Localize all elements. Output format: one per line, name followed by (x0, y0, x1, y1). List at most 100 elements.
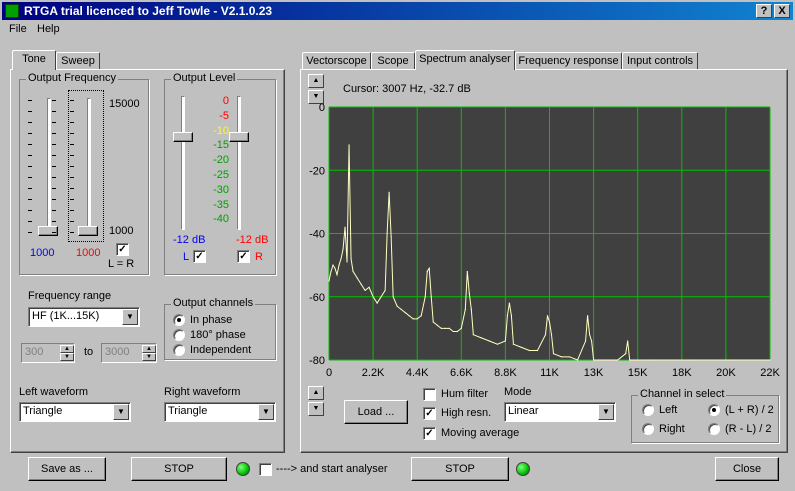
spin-up-icon[interactable]: ▲ (60, 345, 74, 353)
start-analyser-checkbox[interactable] (259, 463, 272, 476)
spectrum-point (470, 308, 472, 310)
spectrum-point (356, 277, 358, 279)
tab-spectrum-analyser[interactable]: Spectrum analyser (415, 50, 515, 70)
menu-help[interactable]: Help (37, 23, 60, 35)
level-scale-label: -15 (213, 139, 229, 152)
start-analyser-label: ----> and start analyser (276, 463, 388, 475)
stop-generator-button[interactable]: STOP (131, 457, 227, 481)
spectrum-point (689, 359, 691, 361)
hum-filter-checkbox[interactable] (423, 388, 436, 401)
y-tick-label: 0 (319, 102, 325, 114)
right-level-db: -12 dB (236, 234, 269, 246)
x-tick-label: 18K (672, 367, 692, 379)
help-button[interactable]: ? (756, 4, 772, 18)
spectrum-point (609, 359, 611, 361)
close-button[interactable]: Close (715, 457, 779, 481)
frequency-range-select[interactable]: HF (1K...15K) ▼ (28, 307, 140, 327)
tab-frequency-response[interactable]: Frequency response (515, 52, 622, 70)
radio-channel-left[interactable] (642, 404, 654, 416)
spectrum-point (528, 349, 531, 352)
x-tick-label: 15K (628, 367, 648, 379)
spin-down-icon[interactable]: ▼ (60, 353, 74, 361)
scale-up-button[interactable]: ▲ (308, 74, 324, 88)
spectrum-point (404, 311, 406, 314)
spectrum-point (352, 270, 354, 273)
tab-scope[interactable]: Scope (371, 52, 415, 70)
radio-channel-sum[interactable] (708, 404, 720, 416)
radio-independent[interactable] (173, 344, 185, 356)
right-level-checkbox[interactable]: ✓ (237, 250, 250, 263)
spectrum-point (769, 359, 771, 361)
spin-up-icon[interactable]: ▲ (142, 345, 156, 353)
right-frequency-slider[interactable] (78, 98, 98, 236)
frequency-from-spinner[interactable]: 300 ▲ ▼ (21, 343, 75, 363)
frequency-max-label: 15000 (109, 98, 140, 110)
left-level-slider[interactable] (173, 96, 193, 232)
freq-scale-up-button[interactable]: ▲ (308, 386, 324, 400)
spectrum-point (390, 236, 392, 238)
menu-file[interactable]: File (9, 23, 27, 35)
spectrum-point (468, 292, 470, 295)
close-window-button[interactable]: X (774, 4, 790, 18)
right-level-slider[interactable] (229, 96, 249, 232)
mode-select[interactable]: Linear ▼ (504, 402, 616, 422)
x-tick-label: 2.2K (362, 367, 385, 379)
spectrum-point (496, 343, 498, 345)
spectrum-point (629, 359, 631, 361)
spectrum-point (584, 340, 587, 342)
spectrum-point (488, 340, 490, 342)
channel-select-label: Channel in select (638, 388, 727, 400)
x-tick-label: 8.8K (494, 367, 517, 379)
generator-status-led (236, 462, 250, 476)
right-waveform-select[interactable]: Triangle ▼ (164, 402, 276, 422)
radio-in-phase[interactable] (173, 314, 185, 326)
spectrum-point (408, 315, 410, 317)
radio-channel-diff[interactable] (708, 423, 720, 435)
output-frequency-group: Output Frequency 15000 1000 1000 1000 ✓ … (19, 72, 149, 275)
spectrum-point (464, 308, 466, 310)
radio-channel-right[interactable] (642, 423, 654, 435)
y-tick-label: -80 (309, 355, 325, 367)
lr-link-checkbox[interactable]: ✓ (116, 243, 129, 256)
spectrum-point (504, 340, 506, 342)
spectrum-point (328, 280, 330, 282)
save-as-button[interactable]: Save as ... (28, 457, 106, 481)
spectrum-point (444, 327, 446, 329)
level-scale-label: -25 (213, 169, 229, 181)
frequency-range-label: Frequency range (28, 290, 112, 302)
left-waveform-value: Triangle (23, 405, 63, 417)
spin-down-icon[interactable]: ▼ (142, 353, 156, 361)
stop-analyser-button[interactable]: STOP (411, 457, 509, 481)
channel-select-group: Channel in select Left (L + R) / 2 Right… (631, 388, 779, 443)
tab-input-controls[interactable]: Input controls (622, 52, 698, 70)
cursor-readout: Cursor: 3007 Hz, -32.7 dB (343, 83, 471, 95)
spectrum-point (617, 359, 619, 361)
spectrum-point (729, 359, 731, 361)
tab-sweep[interactable]: Sweep (56, 52, 100, 70)
load-button[interactable]: Load ... (344, 400, 408, 424)
output-level-label: Output Level (171, 72, 238, 84)
spectrum-point (428, 267, 430, 269)
freq-scale-down-button[interactable]: ▼ (308, 402, 324, 416)
radio-180-phase[interactable] (173, 329, 185, 341)
spectrum-point (432, 321, 434, 323)
tab-tone[interactable]: Tone (12, 50, 56, 70)
spectrum-point (376, 302, 378, 304)
title-bar: RTGA trial licenced to Jeff Towle - V2.1… (2, 2, 793, 20)
tab-vectorscope[interactable]: Vectorscope (302, 52, 371, 70)
hum-filter-label: Hum filter (441, 388, 489, 400)
spectrum-point (416, 318, 418, 320)
left-level-checkbox[interactable]: ✓ (193, 250, 206, 263)
frequency-to-spinner[interactable]: 3000 ▲ ▼ (101, 343, 157, 363)
spectrum-point (560, 356, 563, 358)
spectrum-point (412, 318, 414, 320)
spectrum-plot[interactable]: 0 2.2K 4.4K 6.6K 8.8K 11K 13K 15K 18K 20K 22K 0 -20 -… (301, 100, 781, 386)
spectrum-point (512, 343, 515, 345)
left-waveform-select[interactable]: Triangle ▼ (19, 402, 131, 422)
radio-180-phase-label: 180° phase (190, 329, 246, 341)
spectrum-point (593, 359, 595, 361)
output-level-group: Output Level 0 -5 -10 -15 -20 -25 -30 -35 -40 -1… (164, 72, 276, 275)
radio-independent-label: Independent (190, 344, 252, 356)
high-resn-checkbox[interactable]: ✓ (423, 407, 436, 420)
moving-average-checkbox[interactable]: ✓ (423, 427, 436, 440)
